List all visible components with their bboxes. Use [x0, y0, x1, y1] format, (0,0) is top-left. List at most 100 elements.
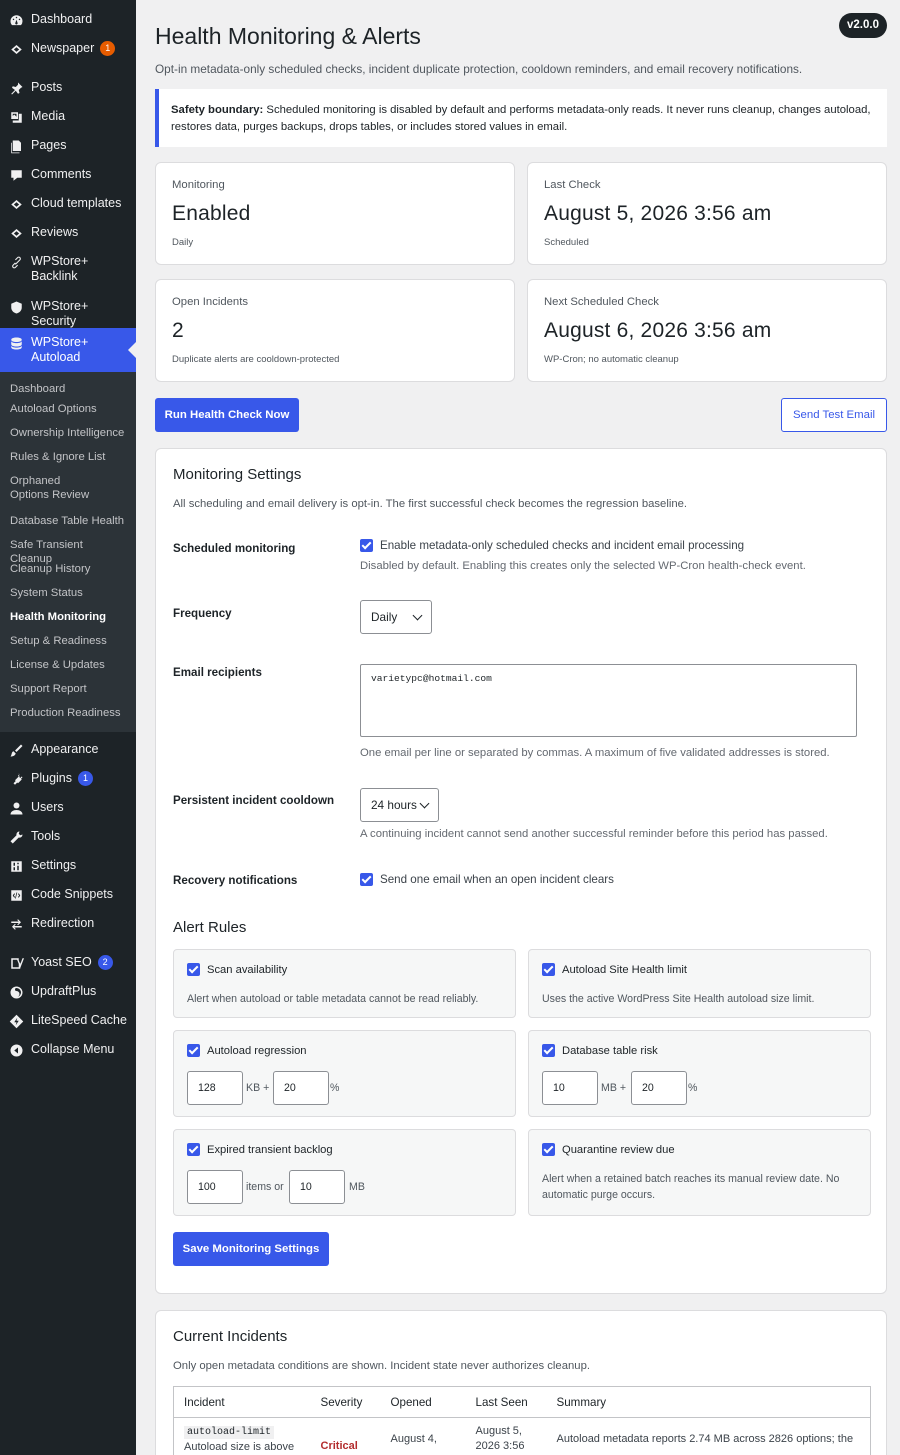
summary-cell: Autoload metadata reports 2.74 MB across…: [556, 1433, 854, 1445]
table-risk-pct-input[interactable]: 20: [631, 1071, 687, 1105]
yoast-count-badge: 2: [97, 955, 113, 970]
rule-database-table-risk: Database table risk 10 MB + 20 %: [528, 1030, 871, 1117]
submenu-rules-ignore-list[interactable]: Rules & Ignore List: [0, 444, 136, 464]
sidebar-item-settings[interactable]: Settings: [0, 858, 136, 887]
sidebar-item-plugins[interactable]: Plugins 1: [0, 771, 136, 800]
sidebar-item-yoast-seo[interactable]: Yoast SEO 2: [0, 955, 136, 984]
page-subtitle: Opt-in metadata-only scheduled checks, i…: [155, 62, 803, 76]
rule-site-health-limit: Autoload Site Health limit Uses the acti…: [528, 949, 871, 1018]
sidebar-item-redirection[interactable]: Redirection: [0, 916, 136, 945]
card-label: Open Incidents: [172, 296, 248, 308]
last-seen-cell: August 5, 2026 3:56: [475, 1425, 525, 1452]
card-value: August 6, 2026 3:56 am: [544, 319, 772, 342]
card-value: Enabled: [172, 202, 251, 225]
submenu-license-updates[interactable]: License & Updates: [0, 652, 136, 672]
sidebar-item-posts[interactable]: Posts: [0, 80, 136, 109]
sidebar-item-appearance[interactable]: Appearance: [0, 742, 136, 771]
table-risk-mb-unit: MB +: [601, 1082, 627, 1094]
settings-description: All scheduling and email delivery is opt…: [173, 498, 688, 510]
notice-text: Scheduled monitoring is disabled by defa…: [171, 104, 871, 133]
newspaper-icon: [8, 41, 24, 57]
sidebar-item-collapse-menu[interactable]: Collapse Menu: [0, 1042, 136, 1071]
plugins-count-badge: 1: [78, 771, 93, 786]
rule-site-health-toggle[interactable]: Autoload Site Health limit: [542, 963, 687, 976]
notice-strong: Safety boundary:: [171, 104, 264, 116]
transient-mb-input[interactable]: 10: [289, 1170, 345, 1204]
sidebar-item-wpstore-autoload[interactable]: WPStore+ Autoload: [0, 328, 136, 372]
submenu-system-status[interactable]: System Status: [0, 580, 136, 600]
save-monitoring-settings-button[interactable]: Save Monitoring Settings: [173, 1232, 329, 1266]
frequency-select[interactable]: Daily: [360, 600, 432, 634]
submenu-support-report[interactable]: Support Report: [0, 676, 136, 696]
dashboard-icon: [8, 12, 24, 28]
site-health-checkbox[interactable]: [542, 963, 555, 976]
cooldown-select[interactable]: 24 hours: [360, 788, 439, 822]
sidebar-item-media[interactable]: Media: [0, 109, 136, 138]
sidebar-item-pages[interactable]: Pages: [0, 138, 136, 167]
expired-transient-checkbox[interactable]: [187, 1143, 200, 1156]
sidebar-item-reviews[interactable]: Reviews: [0, 225, 136, 254]
sidebar-item-updraftplus[interactable]: UpdraftPlus: [0, 984, 136, 1013]
pin-icon: [8, 80, 24, 96]
rule-expired-transient-toggle[interactable]: Expired transient backlog: [187, 1143, 333, 1156]
page-title: Health Monitoring & Alerts: [155, 23, 421, 49]
sidebar-item-dashboard[interactable]: Dashboard: [0, 12, 136, 41]
transient-items-input[interactable]: 100: [187, 1170, 243, 1204]
email-recipients-textarea[interactable]: varietypc@hotmail.com: [360, 664, 857, 737]
incident-code: autoload-limit: [184, 1426, 275, 1439]
status-card-next-check: Next Scheduled Check August 6, 2026 3:56…: [527, 279, 887, 382]
column-header: Summary: [546, 1386, 871, 1418]
cooldown-hint: A continuing incident cannot send anothe…: [360, 828, 828, 840]
sidebar-item-cloud-templates[interactable]: Cloud templates: [0, 196, 136, 225]
column-header: Last Seen: [465, 1386, 547, 1418]
submenu-ownership-intelligence[interactable]: Ownership Intelligence: [0, 420, 136, 440]
cooldown-label: Persistent incident cooldown: [173, 794, 335, 807]
sidebar-item-tools[interactable]: Tools: [0, 829, 136, 858]
sidebar-top: Dashboard Newspaper 1: [0, 12, 136, 70]
submenu-production-readiness[interactable]: Production Readiness: [0, 700, 136, 720]
rule-scan-availability: Scan availability Alert when autoload or…: [173, 949, 516, 1018]
rule-database-table-risk-toggle[interactable]: Database table risk: [542, 1044, 658, 1057]
submenu-dashboard[interactable]: Dashboard: [0, 378, 136, 396]
sidebar-item-wpstore-backlink[interactable]: WPStore+ Backlink: [0, 254, 136, 299]
status-card-monitoring: Monitoring Enabled Daily: [155, 162, 515, 265]
sidebar-item-newspaper[interactable]: Newspaper 1: [0, 41, 136, 70]
submenu-health-monitoring[interactable]: Health Monitoring: [0, 604, 136, 624]
rule-quarantine-review-toggle[interactable]: Quarantine review due: [542, 1143, 675, 1156]
run-health-check-button[interactable]: Run Health Check Now: [155, 398, 299, 432]
submenu-orphaned-options-review[interactable]: Orphaned Options Review: [0, 468, 110, 502]
sidebar-item-users[interactable]: Users: [0, 800, 136, 829]
settings-icon: [8, 858, 24, 874]
sidebar-extra: Yoast SEO 2 UpdraftPlus LiteSpeed Cache …: [0, 955, 136, 1071]
rule-scan-availability-toggle[interactable]: Scan availability: [187, 963, 287, 976]
recovery-checkbox[interactable]: [360, 873, 373, 886]
autoload-regression-checkbox[interactable]: [187, 1044, 200, 1057]
send-test-email-button[interactable]: Send Test Email: [781, 398, 887, 432]
sidebar-item-comments[interactable]: Comments: [0, 167, 136, 196]
link-icon: [8, 254, 24, 270]
recovery-option[interactable]: Send one email when an open incident cle…: [360, 873, 614, 886]
chevron-down-icon: [412, 610, 423, 620]
scheduled-monitoring-option[interactable]: Enable metadata-only scheduled checks an…: [360, 539, 744, 552]
scheduled-monitoring-checkbox[interactable]: [360, 539, 373, 552]
transient-mb-unit: MB: [349, 1181, 365, 1193]
submenu-autoload-options[interactable]: Autoload Options: [0, 396, 136, 416]
submenu-database-table-health[interactable]: Database Table Health: [0, 508, 136, 528]
pages-icon: [8, 138, 24, 154]
sidebar-item-code-snippets[interactable]: Code Snippets: [0, 887, 136, 916]
database-table-risk-checkbox[interactable]: [542, 1044, 555, 1057]
chevron-down-icon: [419, 798, 430, 808]
rule-description: Alert when autoload or table metadata ca…: [187, 993, 479, 1005]
regression-pct-input[interactable]: 20: [273, 1071, 329, 1105]
table-risk-mb-input[interactable]: 10: [542, 1071, 598, 1105]
severity-cell: Critical: [311, 1418, 381, 1455]
scan-availability-checkbox[interactable]: [187, 963, 200, 976]
regression-kb-input[interactable]: 128: [187, 1071, 243, 1105]
card-label: Monitoring: [172, 179, 225, 191]
sidebar-item-litespeed-cache[interactable]: LiteSpeed Cache: [0, 1013, 136, 1042]
sidebar-item-wpstore-security[interactable]: WPStore+ Security: [0, 299, 136, 328]
quarantine-review-checkbox[interactable]: [542, 1143, 555, 1156]
rule-quarantine-review-due: Quarantine review due Alert when a retai…: [528, 1129, 871, 1216]
rule-autoload-regression-toggle[interactable]: Autoload regression: [187, 1044, 307, 1057]
submenu-setup-readiness[interactable]: Setup & Readiness: [0, 628, 136, 648]
